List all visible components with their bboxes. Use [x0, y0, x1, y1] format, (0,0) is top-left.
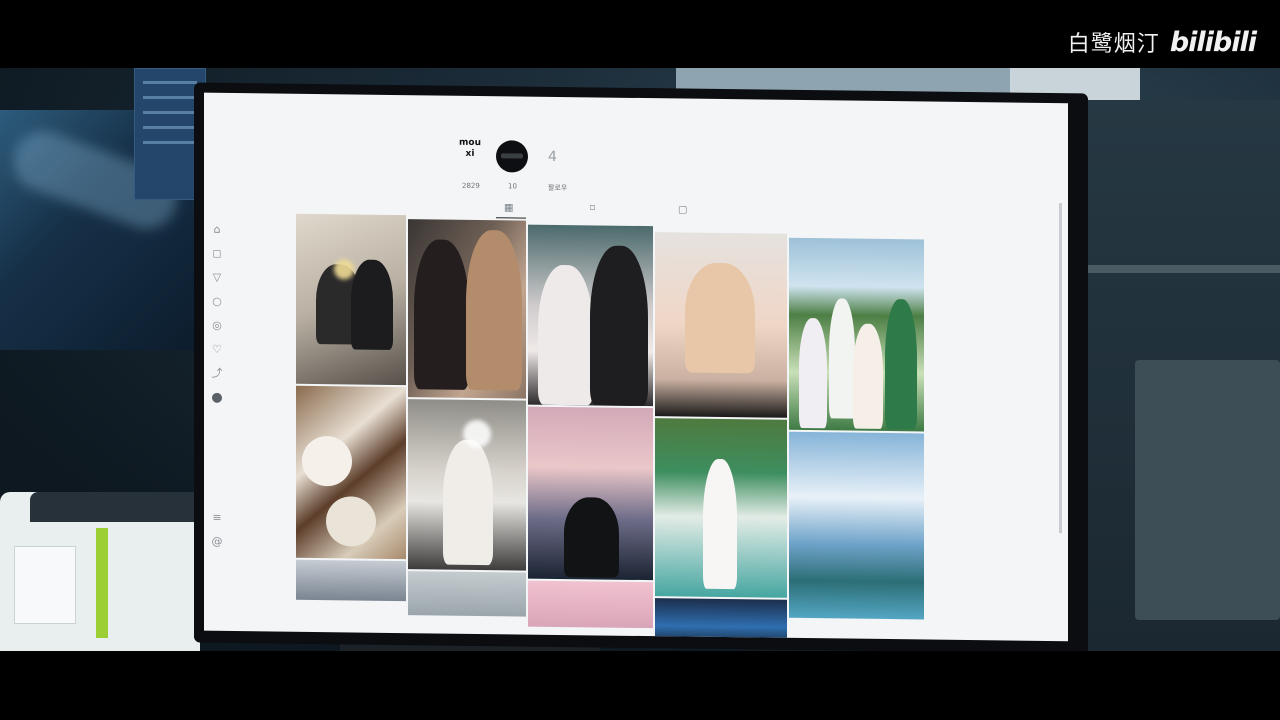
- post-thumbnail[interactable]: [789, 431, 924, 620]
- post-thumbnail[interactable]: [528, 406, 653, 581]
- post-thumbnail[interactable]: [789, 237, 924, 432]
- post-thumbnail[interactable]: [296, 559, 406, 602]
- profile-avatar-small[interactable]: [212, 392, 222, 403]
- stat-label: 2829: [462, 181, 480, 191]
- label-printer: [0, 492, 200, 651]
- post-thumbnail[interactable]: [296, 385, 406, 560]
- post-thumbnail[interactable]: [655, 232, 787, 418]
- letterbox-bottom: [0, 651, 1280, 720]
- threads-icon[interactable]: @: [210, 535, 224, 549]
- background-shelf: [1080, 265, 1280, 273]
- filter-icon[interactable]: ▽: [210, 271, 224, 285]
- post-thumbnail[interactable]: [296, 213, 406, 386]
- send-icon[interactable]: ⤴: [210, 367, 224, 381]
- tagged-icon[interactable]: ▢: [678, 204, 687, 215]
- profile-avatar[interactable]: [496, 140, 528, 173]
- grid-icon[interactable]: ▦: [504, 202, 513, 213]
- watermark: 白鹭烟汀 bilibili: [1067, 22, 1257, 62]
- post-thumbnail[interactable]: [655, 598, 787, 642]
- bookmark-icon[interactable]: ⌑: [590, 203, 595, 214]
- post-thumbnail[interactable]: [408, 399, 526, 571]
- post-thumbnail[interactable]: [528, 224, 653, 407]
- stat-label: 10: [508, 182, 517, 191]
- instagram-profile-screen: ⌂ ◻ ▽ ○ ◎ ♡ ⤴ ≡ @ mou xi 4 2829 10 팔로우 ▦…: [204, 92, 1068, 642]
- instagram-icon[interactable]: ◻: [210, 247, 224, 261]
- nav-rail: ⌂ ◻ ▽ ○ ◎ ♡ ⤴ ≡ @: [210, 223, 230, 563]
- menu-icon[interactable]: ≡: [210, 511, 224, 525]
- heart-icon[interactable]: ♡: [210, 343, 224, 357]
- stat-number: 4: [548, 148, 557, 165]
- photo-grid: [296, 213, 936, 642]
- post-thumbnail[interactable]: [408, 219, 526, 399]
- video-frame: ⌂ ◻ ▽ ○ ◎ ♡ ⤴ ≡ @ mou xi 4 2829 10 팔로우 ▦…: [0, 0, 1280, 720]
- post-thumbnail[interactable]: [408, 571, 526, 617]
- home-icon[interactable]: ⌂: [210, 223, 224, 237]
- watermark-channel: 白鹭烟汀: [1067, 32, 1160, 57]
- scrollbar[interactable]: [1059, 203, 1062, 534]
- profile-logo: mou xi: [459, 137, 481, 159]
- background-equipment: [1135, 360, 1280, 620]
- monitor: ⌂ ◻ ▽ ○ ◎ ♡ ⤴ ≡ @ mou xi 4 2829 10 팔로우 ▦…: [194, 82, 1088, 654]
- search-icon[interactable]: ○: [210, 295, 224, 309]
- stat-label: 팔로우: [548, 183, 568, 193]
- post-thumbnail[interactable]: [528, 580, 653, 629]
- bilibili-logo: bilibili: [1169, 26, 1257, 58]
- post-thumbnail[interactable]: [655, 418, 787, 598]
- explore-icon[interactable]: ◎: [210, 319, 224, 333]
